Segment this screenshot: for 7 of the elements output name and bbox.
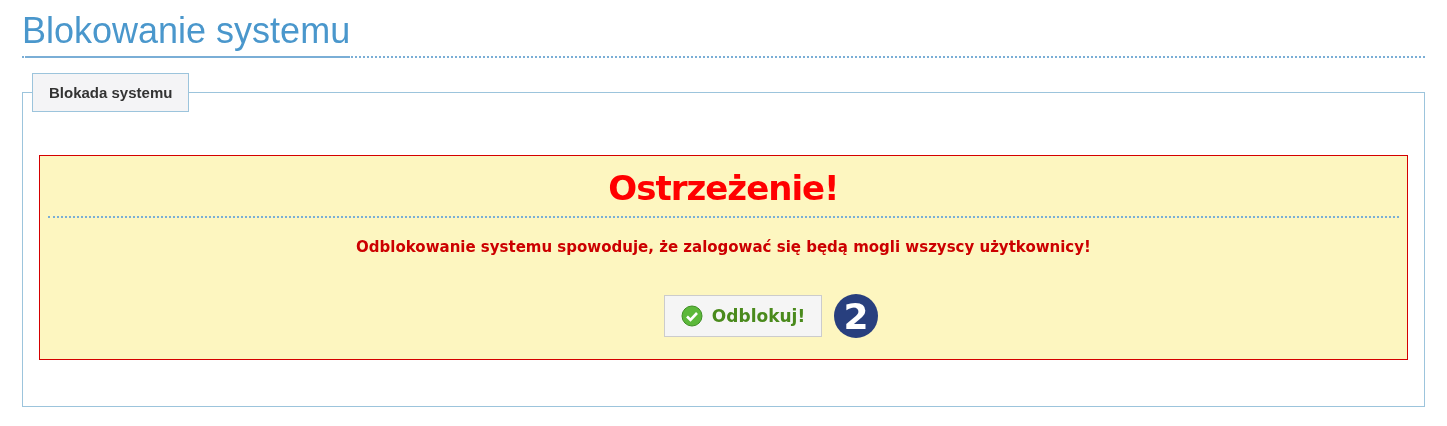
unlock-button[interactable]: Odblokuj! [663, 295, 823, 337]
step-badge: 2 [834, 294, 879, 338]
warning-message: Odblokowanie systemu spowoduje, że zalogować się będą mogli wszyscy użytkownicy! [355, 238, 1092, 256]
panel-legend: Blokada systemu [32, 73, 190, 112]
page-title: Blokowanie systemu [22, 10, 351, 58]
warning-heading: Ostrzeżenie! [607, 168, 840, 208]
check-icon [680, 305, 703, 327]
